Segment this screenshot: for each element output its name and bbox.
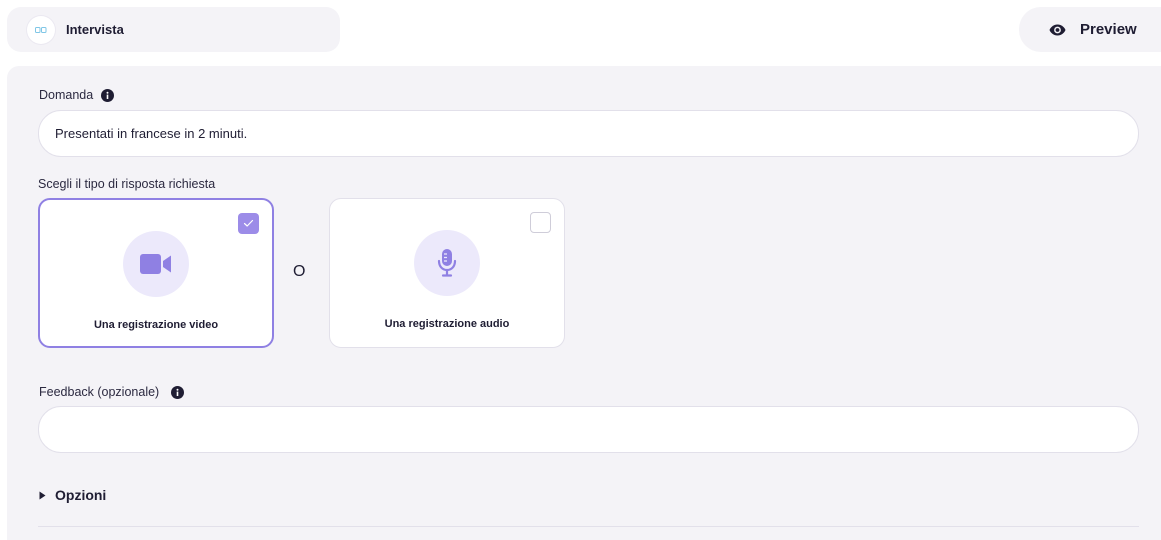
activity-logo-icon bbox=[27, 15, 55, 44]
feedback-label-row: Feedback (opzionale) bbox=[39, 385, 185, 399]
video-response-option[interactable]: Una registrazione video bbox=[38, 198, 274, 348]
audio-option-checkbox[interactable] bbox=[530, 212, 551, 233]
activity-title: Intervista bbox=[66, 22, 124, 37]
question-input[interactable]: Presentati in francese in 2 minuti. bbox=[38, 110, 1139, 157]
eye-icon bbox=[1049, 24, 1066, 36]
preview-label: Preview bbox=[1080, 21, 1137, 38]
audio-response-option[interactable]: Una registrazione audio bbox=[329, 198, 565, 348]
video-option-checkbox[interactable] bbox=[238, 213, 259, 234]
options-label: Opzioni bbox=[55, 487, 107, 503]
question-label: Domanda bbox=[39, 88, 94, 102]
section-divider bbox=[38, 526, 1139, 527]
top-bar: Intervista Preview bbox=[0, 0, 1161, 60]
activity-tab[interactable]: Intervista bbox=[7, 7, 340, 52]
feedback-label: Feedback (opzionale) bbox=[39, 385, 160, 399]
microphone-icon bbox=[437, 249, 457, 277]
video-icon-badge bbox=[123, 231, 189, 297]
info-icon[interactable] bbox=[101, 88, 115, 102]
video-option-label: Una registrazione video bbox=[93, 319, 219, 331]
caret-right-icon bbox=[39, 491, 46, 500]
preview-button[interactable]: Preview bbox=[1019, 7, 1161, 52]
info-icon[interactable] bbox=[171, 385, 185, 399]
audio-option-label: Una registrazione audio bbox=[384, 318, 510, 330]
question-label-row: Domanda bbox=[39, 88, 115, 102]
video-camera-icon bbox=[140, 254, 172, 274]
response-type-label: Scegli il tipo di risposta richiesta bbox=[38, 177, 216, 191]
options-toggle[interactable]: Opzioni bbox=[39, 487, 106, 503]
or-separator: O bbox=[293, 263, 306, 280]
audio-icon-badge bbox=[414, 230, 480, 296]
feedback-input[interactable] bbox=[38, 406, 1139, 453]
